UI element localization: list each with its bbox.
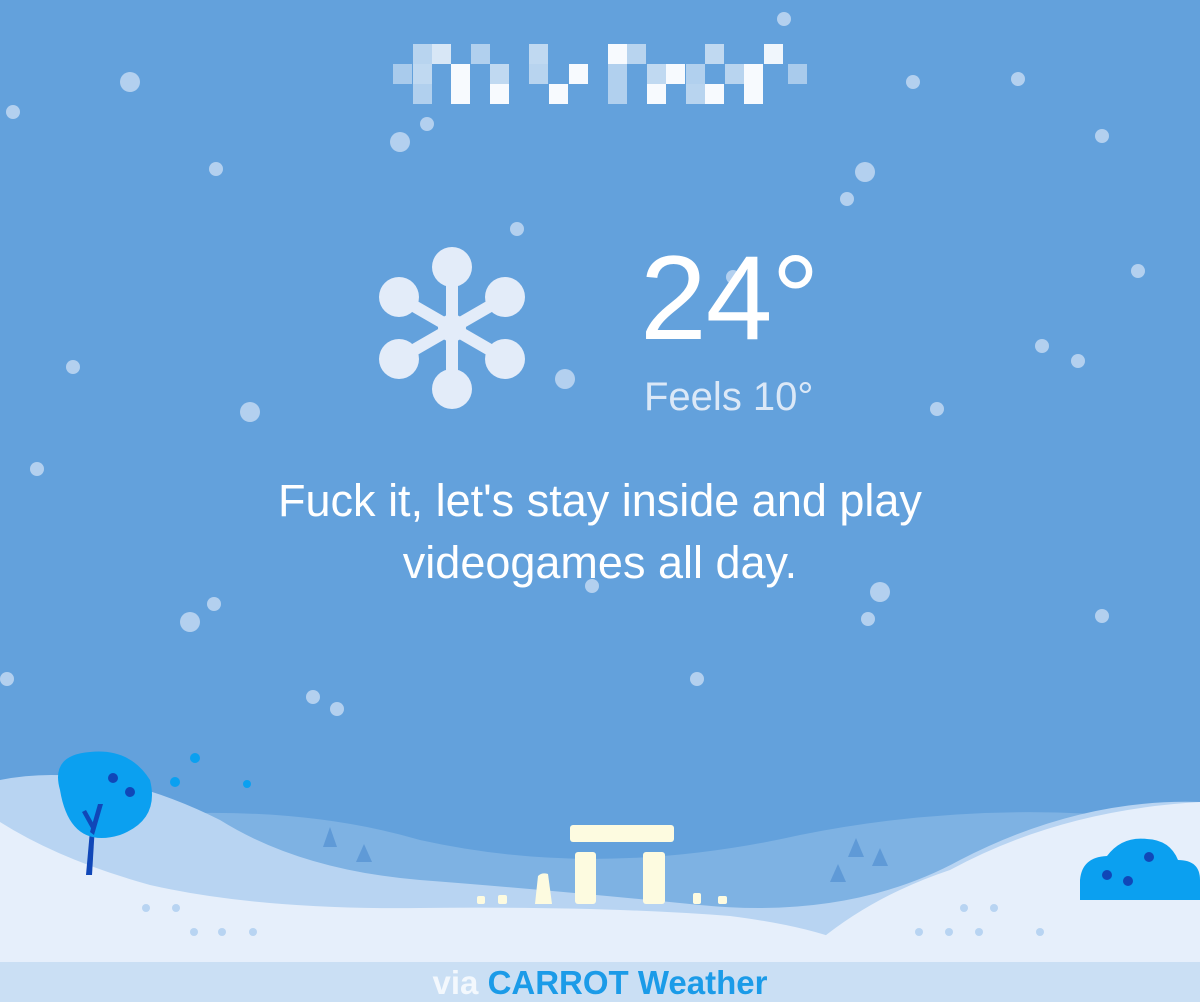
attribution-footer: via CARROT Weather (0, 962, 1200, 1002)
forecast-message: Fuck it, let's stay inside and play vide… (150, 470, 1050, 594)
carrot-weather-brand-link[interactable]: CARROT Weather (488, 964, 768, 1001)
feels-like-value: Feels 10° (644, 375, 814, 419)
temperature-value: 24° (640, 231, 819, 365)
location-title-pixelated (393, 44, 807, 104)
weather-card: 24° Feels 10° Fuck it, let's stay inside… (0, 0, 1200, 1002)
snowflake-icon (379, 247, 525, 409)
forecast-message-line-2: videogames all day. (402, 537, 798, 588)
attribution-via-label: via (432, 964, 479, 1001)
forecast-message-line-1: Fuck it, let's stay inside and play (278, 475, 922, 526)
